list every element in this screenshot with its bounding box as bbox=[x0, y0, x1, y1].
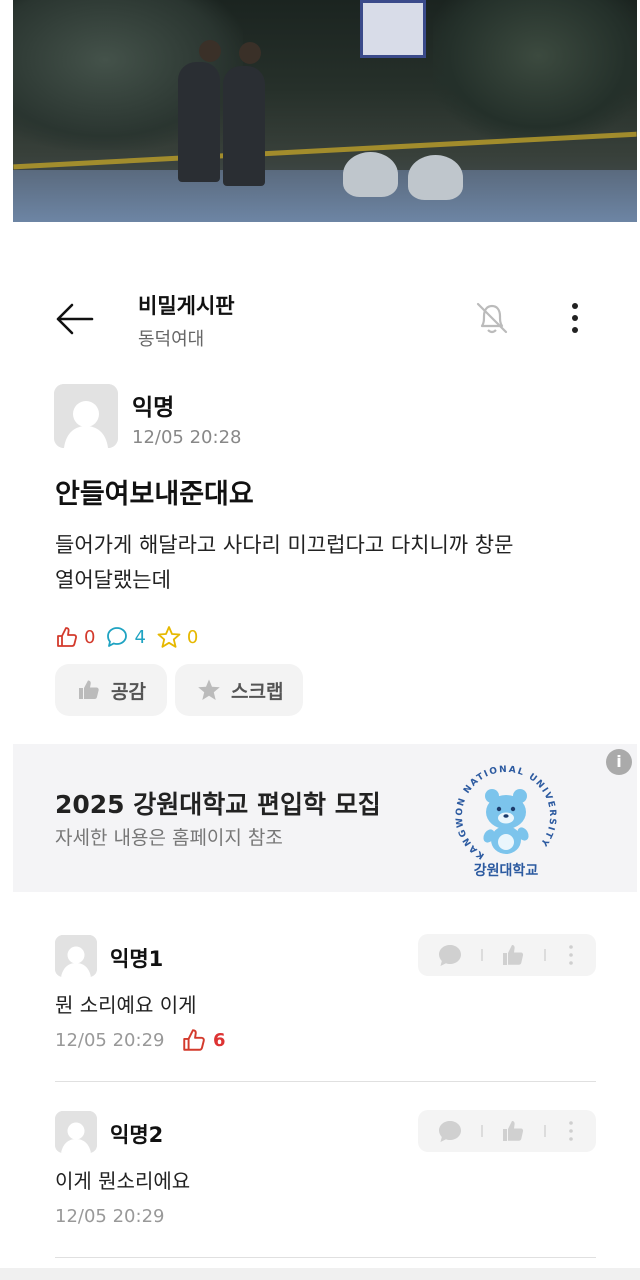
info-icon[interactable]: i bbox=[606, 749, 632, 775]
photo-person bbox=[178, 62, 220, 182]
board-subtitle: 동덕여대 bbox=[138, 329, 205, 350]
divider bbox=[55, 1257, 596, 1258]
more-vertical-icon[interactable] bbox=[569, 945, 573, 965]
comment-like-count-value: 6 bbox=[213, 1029, 226, 1051]
avatar bbox=[55, 1111, 97, 1153]
more-options-button[interactable] bbox=[565, 300, 585, 336]
divider bbox=[55, 1081, 596, 1082]
ad-title: 2025 강원대학교 편입학 모집 bbox=[55, 790, 381, 819]
photo-bag bbox=[343, 152, 398, 197]
post-body: 들어가게 해달라고 사다리 미끄럽다고 다치니까 창문 열어달랬는데 bbox=[55, 528, 595, 598]
back-button[interactable] bbox=[54, 302, 94, 336]
reply-icon[interactable] bbox=[439, 945, 461, 966]
post-title: 안들여보내준대요 bbox=[55, 479, 254, 510]
scrap-count: 0 bbox=[156, 625, 198, 649]
photo-tree-right bbox=[433, 0, 637, 140]
avatar bbox=[55, 935, 97, 977]
like-count: 0 bbox=[55, 625, 95, 649]
photo-person-head bbox=[199, 40, 221, 62]
more-vertical-icon bbox=[572, 303, 578, 333]
bottom-strip bbox=[0, 1268, 640, 1280]
comment-like-count: 6 bbox=[181, 1027, 226, 1053]
like-count-value: 0 bbox=[84, 626, 96, 648]
comment-actions-icons bbox=[439, 1121, 573, 1142]
post-photo[interactable] bbox=[13, 0, 637, 222]
like-button-label: 공감 bbox=[111, 680, 146, 703]
board-title: 비밀게시판 bbox=[138, 294, 235, 318]
photo-ground bbox=[13, 170, 637, 222]
bell-off-icon bbox=[476, 302, 508, 334]
thumbs-up-icon[interactable] bbox=[503, 1121, 524, 1141]
comment-bubble-icon bbox=[107, 627, 128, 647]
photo-person bbox=[223, 66, 265, 186]
like-button[interactable]: 공감 bbox=[55, 664, 167, 716]
comment-actions bbox=[418, 934, 596, 976]
post-timestamp: 12/05 20:28 bbox=[132, 427, 242, 448]
reply-icon[interactable] bbox=[439, 1121, 461, 1142]
photo-person-head bbox=[239, 42, 261, 64]
ad-subtitle: 자세한 내용은 홈페이지 참조 bbox=[55, 827, 283, 849]
post-body-line: 들어가게 해달라고 사다리 미끄럽다고 다치니까 창문 bbox=[55, 533, 514, 557]
avatar bbox=[54, 384, 118, 448]
thumbs-up-icon bbox=[57, 627, 77, 647]
comment-actions-icons bbox=[439, 945, 573, 966]
comment-count-value: 4 bbox=[134, 626, 146, 648]
comment-author: 익명1 bbox=[110, 947, 164, 971]
post-stats: 0 4 0 bbox=[55, 622, 208, 652]
star-icon bbox=[157, 626, 181, 648]
comment-timestamp: 12/05 20:29 bbox=[55, 1206, 165, 1227]
scrap-button[interactable]: 스크랩 bbox=[175, 664, 303, 716]
thumbs-up-icon bbox=[79, 680, 99, 699]
thumbs-up-icon bbox=[183, 1029, 205, 1051]
comment-author: 익명2 bbox=[110, 1123, 164, 1147]
notification-toggle[interactable] bbox=[470, 296, 514, 340]
default-avatar-icon bbox=[55, 935, 97, 977]
scrap-count-value: 0 bbox=[186, 626, 199, 648]
photo-sign bbox=[360, 0, 426, 58]
post-body-line: 열어달랬는데 bbox=[55, 568, 171, 592]
thumbs-up-icon[interactable] bbox=[503, 945, 524, 965]
comment-text: 뭔 소리예요 이게 bbox=[55, 993, 197, 1017]
more-vertical-icon[interactable] bbox=[569, 1121, 573, 1141]
comment-text: 이게 뭔소리에요 bbox=[55, 1169, 191, 1193]
post-author: 익명 bbox=[132, 395, 175, 421]
scrap-button-label: 스크랩 bbox=[231, 680, 284, 703]
logo-name: 강원대학교 bbox=[473, 863, 539, 879]
default-avatar-icon bbox=[55, 1111, 97, 1153]
photo-bag bbox=[408, 155, 463, 200]
comment-timestamp: 12/05 20:29 bbox=[55, 1030, 165, 1051]
back-arrow-icon bbox=[56, 303, 94, 335]
star-icon bbox=[198, 679, 220, 700]
comment-count: 4 bbox=[105, 625, 146, 649]
comment-actions bbox=[418, 1110, 596, 1152]
default-avatar-icon bbox=[54, 384, 118, 448]
